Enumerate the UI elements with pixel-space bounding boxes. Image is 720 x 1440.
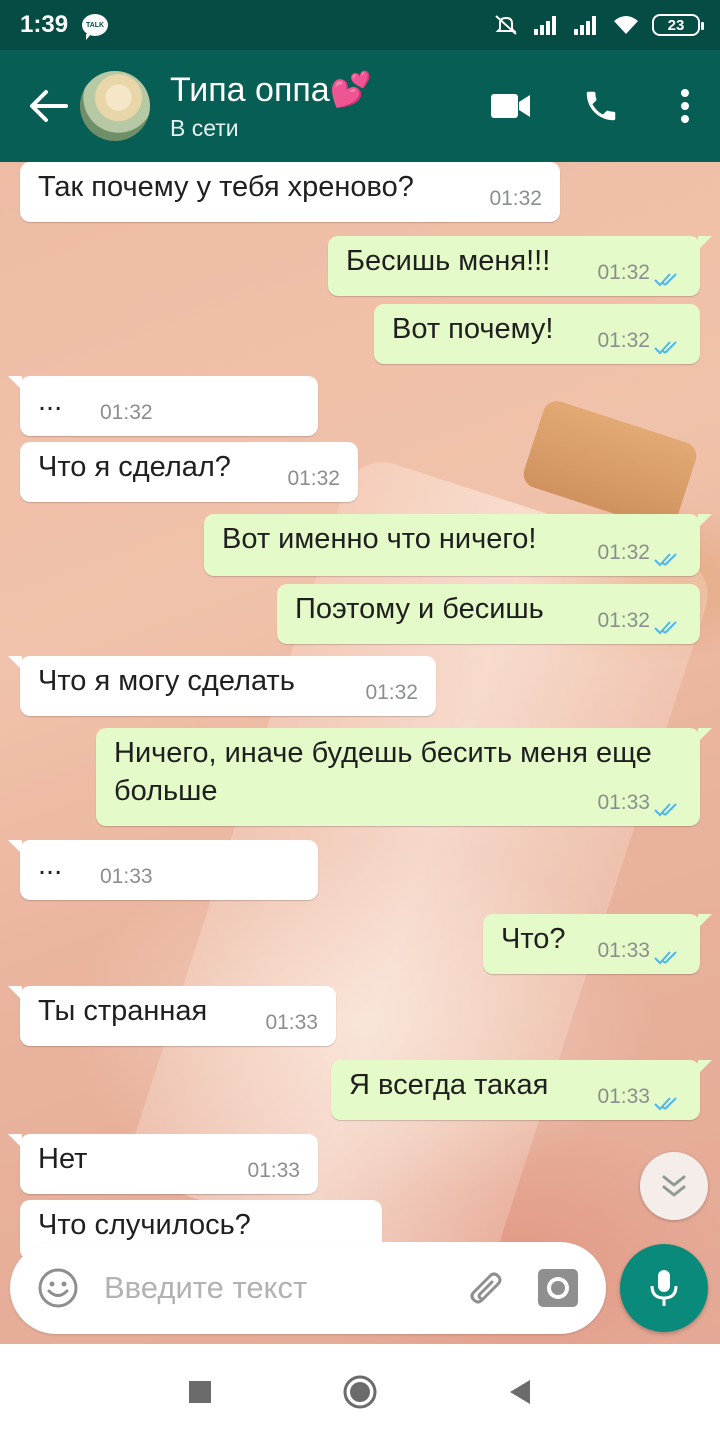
contact-name: Типа оппа💕 [170, 70, 373, 109]
chat-screen: 1:39 TALK 23 Типа оппа💕 В сети Так почем… [0, 0, 720, 1440]
scroll-to-bottom-button[interactable] [640, 1152, 708, 1220]
message-text: Что? [501, 923, 566, 955]
wifi-icon [614, 16, 638, 34]
emoji-icon [38, 1268, 78, 1308]
battery-icon: 23 [652, 14, 704, 36]
read-ticks-icon [654, 553, 677, 567]
read-ticks-icon [654, 621, 677, 635]
video-call-button[interactable] [476, 71, 546, 141]
message-input[interactable] [104, 1270, 458, 1306]
contact-info[interactable]: Типа оппа💕 В сети [170, 71, 372, 142]
message-bubble-in[interactable]: ... 01:33 [8, 840, 318, 900]
microphone-icon [650, 1270, 678, 1306]
talk-icon: TALK [82, 14, 109, 40]
message-time: 01:33 [100, 865, 153, 888]
message-text: Вот именно что ничего! [222, 523, 537, 555]
message-time: 01:32 [100, 401, 153, 424]
back-arrow-icon [30, 90, 68, 122]
mute-icon [495, 15, 517, 35]
message-time: 01:32 [597, 261, 650, 284]
more-vert-icon [681, 89, 689, 123]
status-bar: 1:39 TALK 23 [0, 0, 720, 50]
message-bubble-out[interactable]: Вот почему! 01:32 [374, 304, 700, 364]
message-bubble-in[interactable]: Что я сделал? 01:32 [20, 442, 358, 502]
signal-icon [534, 16, 556, 35]
message-text: Поэтому и бесишь [295, 593, 544, 625]
status-icons: 23 [492, 14, 704, 36]
voice-call-button[interactable] [566, 71, 636, 141]
message-time: 01:32 [365, 681, 418, 704]
contact-status: В сети [170, 114, 239, 141]
message-bubble-out[interactable]: Ничего, иначе будешь бесить меня еще бол… [96, 728, 712, 826]
message-bubble-in[interactable]: Нет 01:33 [8, 1134, 318, 1194]
message-text: Ты странная [38, 995, 208, 1027]
message-time: 01:32 [489, 187, 542, 210]
status-time: 1:39 [20, 11, 69, 38]
message-time: 01:32 [597, 609, 650, 632]
message-time: 01:33 [247, 1159, 300, 1182]
recents-button[interactable] [175, 1367, 225, 1417]
message-text: Вот почему! [392, 313, 554, 345]
home-circle-icon [343, 1375, 377, 1409]
chat-messages[interactable]: Так почему у тебя хреново? 01:32 Бесишь … [0, 162, 720, 1344]
emoji-button[interactable] [28, 1258, 88, 1318]
message-text: Нет [38, 1143, 88, 1175]
contact-avatar[interactable] [80, 71, 150, 141]
header-actions [476, 71, 720, 141]
double-chevron-down-icon [662, 1175, 686, 1197]
message-time: 01:33 [597, 791, 650, 814]
message-time: 01:32 [597, 329, 650, 352]
message-bubble-in[interactable]: Так почему у тебя хреново? 01:32 [20, 162, 560, 222]
attach-button[interactable] [458, 1258, 514, 1318]
message-text: Я всегда такая [349, 1069, 549, 1101]
message-composer [10, 1242, 606, 1334]
message-bubble-out[interactable]: Что? 01:33 [483, 914, 712, 974]
message-bubble-out[interactable]: Поэтому и бесишь 01:32 [277, 584, 700, 644]
message-bubble-out[interactable]: Бесишь меня!!! 01:32 [328, 236, 712, 296]
system-nav-bar [0, 1344, 720, 1440]
home-button[interactable] [335, 1367, 385, 1417]
chat-header: Типа оппа💕 В сети [0, 50, 720, 162]
message-time: 01:33 [265, 1011, 318, 1034]
paperclip-icon [470, 1272, 502, 1304]
message-bubble-out[interactable]: Вот именно что ничего! 01:32 [204, 514, 712, 576]
battery-level: 23 [667, 16, 685, 34]
message-bubble-out[interactable]: Я всегда такая 01:33 [331, 1060, 712, 1120]
message-text: Бесишь меня!!! [346, 245, 551, 277]
back-nav-button[interactable] [495, 1367, 545, 1417]
message-text: Ничего, иначе будешь бесить меня еще бол… [114, 737, 652, 807]
signal-icon [574, 16, 596, 35]
message-bubble-in[interactable]: Ты странная 01:33 [8, 986, 336, 1046]
back-triangle-icon [510, 1380, 530, 1404]
message-time: 01:32 [287, 467, 340, 490]
back-button[interactable] [18, 76, 78, 136]
message-time: 01:32 [597, 541, 650, 564]
message-text: Что я могу сделать [38, 665, 295, 697]
camera-button[interactable] [530, 1258, 586, 1318]
read-ticks-icon [654, 273, 677, 287]
wallpaper-bottle-cap [520, 397, 700, 533]
read-ticks-icon [654, 803, 677, 817]
message-bubble-in[interactable]: ... 01:32 [8, 376, 318, 436]
message-text: ... [38, 849, 63, 881]
message-time: 01:33 [597, 939, 650, 962]
message-text: Так почему у тебя хреново? [38, 171, 414, 203]
voice-message-button[interactable] [620, 1244, 708, 1332]
video-camera-icon [491, 94, 530, 118]
read-ticks-icon [654, 1097, 677, 1111]
message-text: ... [38, 385, 63, 417]
read-ticks-icon [654, 341, 677, 355]
more-options-button[interactable] [660, 71, 710, 141]
camera-icon [538, 1269, 578, 1307]
read-ticks-icon [654, 951, 677, 965]
phone-icon [586, 91, 616, 121]
message-bubble-in[interactable]: Что я могу сделать 01:32 [8, 656, 436, 716]
message-text: Что я сделал? [38, 451, 231, 483]
recents-square-icon [189, 1381, 211, 1403]
message-text: Что случилось? [38, 1209, 251, 1241]
message-time: 01:33 [597, 1085, 650, 1108]
